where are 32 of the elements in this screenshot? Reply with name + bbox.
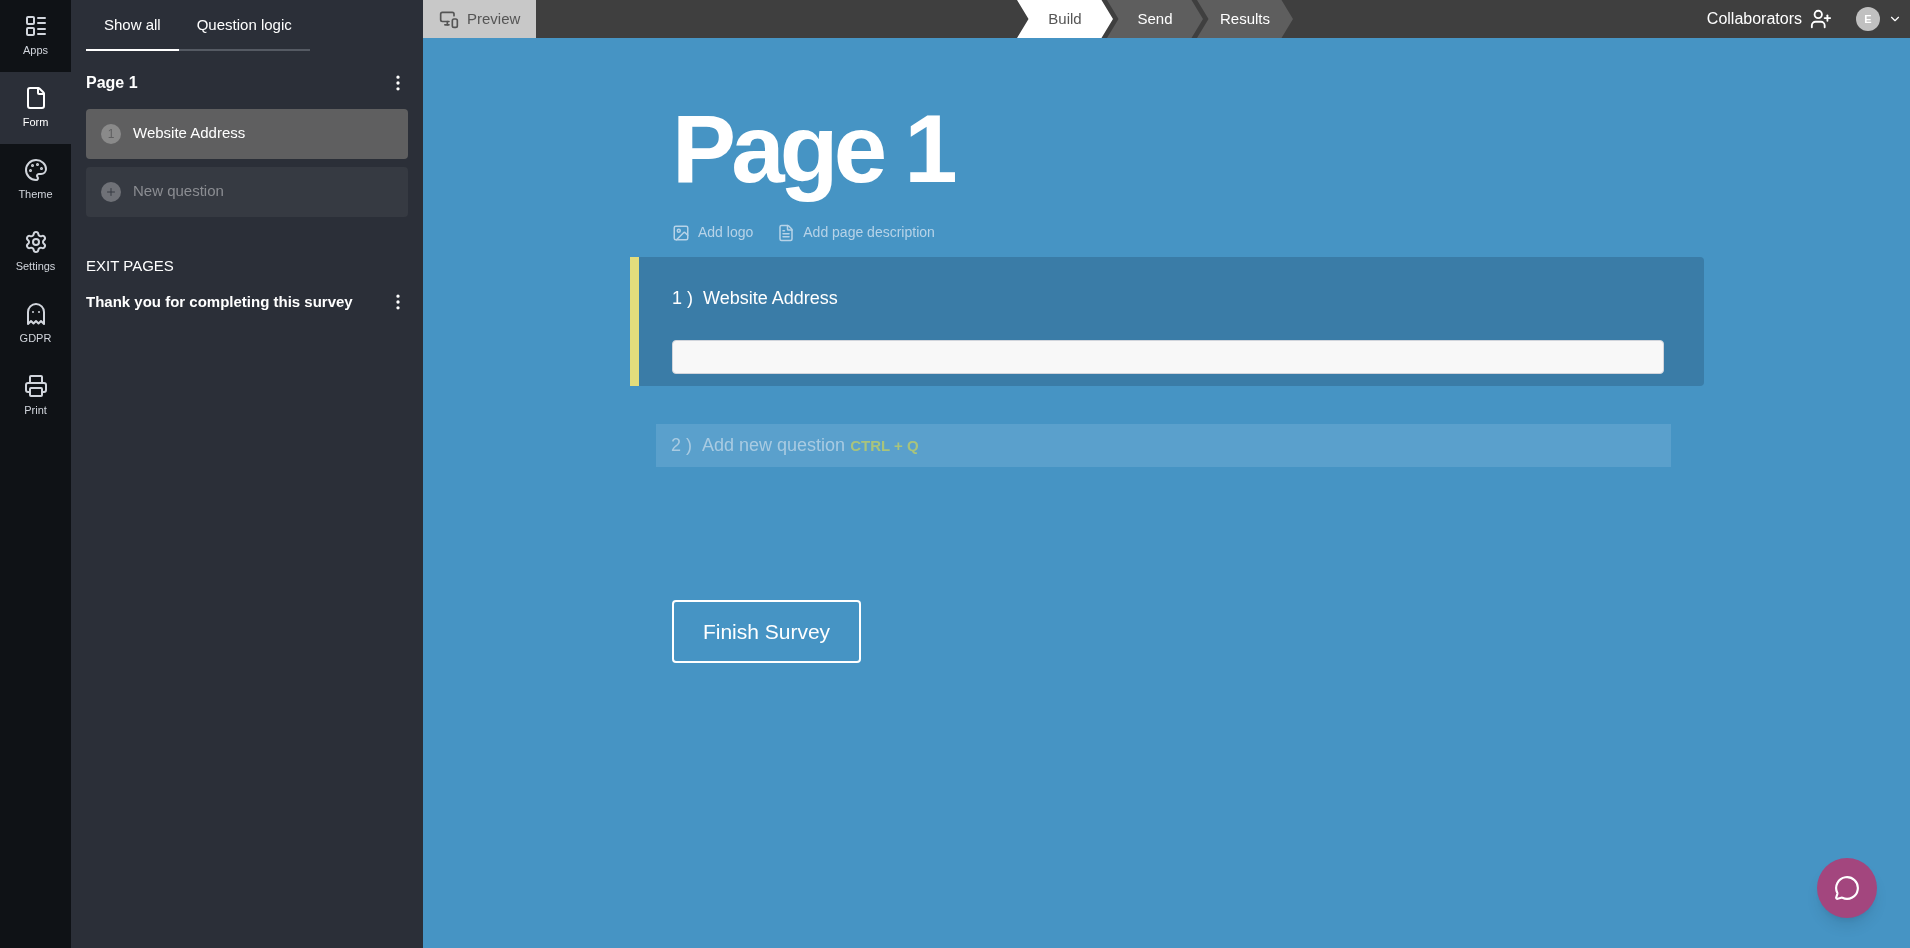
page-heading: Page 1 bbox=[672, 94, 955, 204]
rail-item[interactable]: Print bbox=[0, 360, 71, 432]
page-title: Page 1 bbox=[86, 72, 138, 93]
plus-icon bbox=[101, 181, 121, 202]
devices-icon bbox=[439, 9, 459, 29]
rail-item[interactable]: Form bbox=[0, 72, 71, 144]
section-heading: EXIT PAGES bbox=[86, 255, 175, 276]
chat-button[interactable] bbox=[1817, 858, 1877, 918]
image-icon bbox=[672, 223, 690, 242]
answer-field[interactable] bbox=[672, 340, 1664, 374]
printer-icon bbox=[23, 373, 48, 398]
rail-item[interactable]: Apps bbox=[0, 0, 71, 72]
rail-item[interactable]: Settings bbox=[0, 216, 71, 288]
question-card[interactable]: 1 ) Website Address bbox=[630, 257, 1704, 386]
settings-icon bbox=[23, 229, 48, 254]
collaborators-link[interactable]: Collaborators bbox=[1706, 7, 1802, 31]
step-tab[interactable]: Send bbox=[1107, 0, 1203, 38]
document-icon bbox=[777, 223, 796, 242]
list-icon bbox=[23, 13, 48, 38]
question-label: 1 ) Website Address bbox=[672, 287, 839, 310]
palette-icon bbox=[23, 157, 48, 182]
chat-icon bbox=[1834, 875, 1860, 901]
shortcut-hint: CTRL + Q bbox=[850, 437, 919, 454]
preview-button[interactable]: Preview bbox=[423, 0, 537, 38]
sidebar-tab[interactable]: Show all bbox=[86, 14, 179, 51]
add-user-icon[interactable] bbox=[1810, 8, 1832, 30]
step-tab[interactable]: Results bbox=[1197, 0, 1293, 38]
rail-item[interactable]: GDPR bbox=[0, 288, 71, 360]
step-tab[interactable]: Build bbox=[1017, 0, 1113, 38]
exit-page-item[interactable]: Thank you for completing this survey bbox=[86, 291, 353, 314]
rail-item[interactable]: Theme bbox=[0, 144, 71, 216]
sidebar-tab[interactable]: Question logic bbox=[178, 14, 310, 51]
